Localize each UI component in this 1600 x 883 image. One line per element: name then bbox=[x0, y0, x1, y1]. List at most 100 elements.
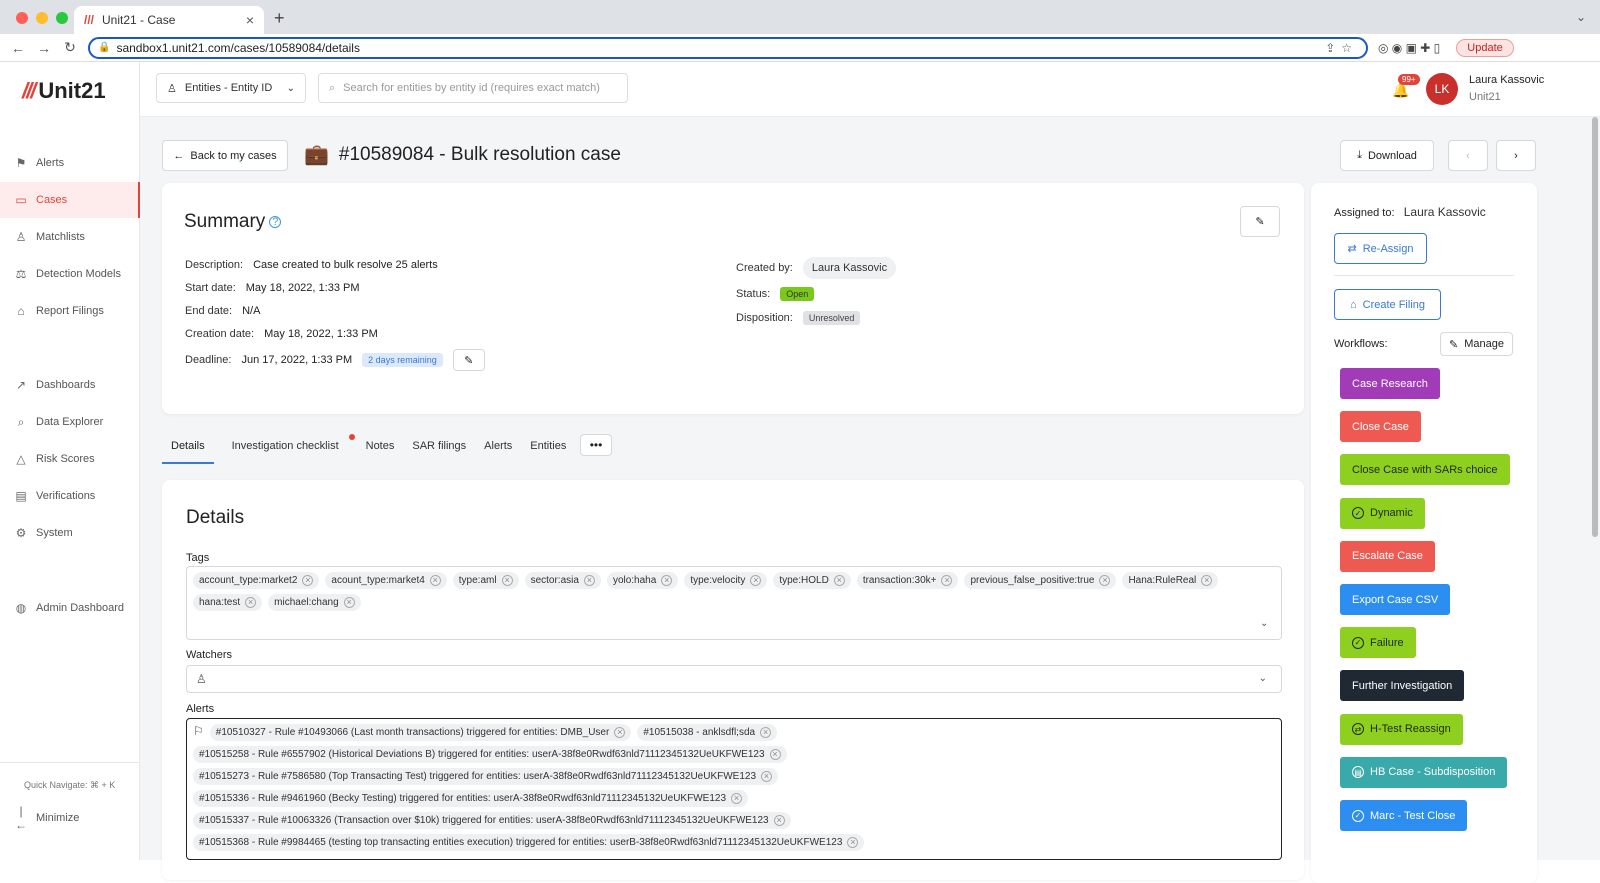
workflow-button[interactable]: ✓Failure bbox=[1340, 627, 1416, 658]
summary-title: Summary? bbox=[184, 211, 281, 233]
avatar[interactable]: LK bbox=[1426, 73, 1458, 105]
extensions-icon[interactable]: ◎ ◉ ▣ ✚ ▯ bbox=[1378, 41, 1440, 55]
entity-search-input[interactable]: ⌕Search for entities by entity id (requi… bbox=[318, 73, 628, 103]
forward-arrow-icon[interactable]: → bbox=[36, 40, 52, 56]
sidebar-item-matchlists[interactable]: ♙Matchlists bbox=[0, 219, 140, 255]
remove-chip-icon[interactable]: × bbox=[774, 815, 785, 826]
close-tab-icon[interactable]: × bbox=[246, 12, 254, 28]
browser-toolbar: ← → ↻ 🔒sandbox1.unit21.com/cases/1058908… bbox=[0, 34, 1600, 62]
minimize-button[interactable]: |←Minimize bbox=[0, 800, 140, 836]
create-filing-button[interactable]: ⌂Create Filing bbox=[1334, 289, 1441, 320]
workflow-button[interactable]: Escalate Case bbox=[1340, 541, 1435, 572]
sidebar-item-report-filings[interactable]: ⌂Report Filings bbox=[0, 293, 140, 329]
workflow-button[interactable]: ✓Dynamic bbox=[1340, 498, 1425, 529]
workflow-label: H-Test Reassign bbox=[1370, 723, 1451, 735]
update-button[interactable]: Update bbox=[1456, 39, 1513, 57]
workflow-button[interactable]: Close Case with SARs choice bbox=[1340, 454, 1510, 485]
top-bar: ♙Entities - Entity ID⌄ ⌕Search for entit… bbox=[140, 62, 1600, 117]
remove-chip-icon[interactable]: × bbox=[941, 575, 952, 586]
remove-chip-icon[interactable]: × bbox=[760, 727, 771, 738]
sidebar-item-data-explorer[interactable]: ⌕Data Explorer bbox=[0, 404, 140, 440]
unit21-logo[interactable]: ///Unit21 bbox=[22, 78, 106, 104]
tab-sar-filings[interactable]: SAR filings bbox=[403, 434, 475, 464]
help-icon[interactable]: ? bbox=[269, 216, 281, 228]
entity-select[interactable]: ♙Entities - Entity ID⌄ bbox=[156, 73, 306, 103]
more-tabs-button[interactable]: ••• bbox=[580, 434, 612, 456]
workflow-label: Marc - Test Close bbox=[1370, 810, 1455, 822]
previous-case-button[interactable]: ‹ bbox=[1448, 140, 1488, 171]
window-controls[interactable] bbox=[16, 12, 68, 24]
tab-investigation-checklist[interactable]: Investigation checklist bbox=[214, 434, 357, 464]
user-icon: ♙ bbox=[167, 82, 177, 95]
disposition-field: Disposition:Unresolved bbox=[736, 311, 860, 325]
warning-icon: △ bbox=[14, 452, 28, 466]
chevron-right-icon: › bbox=[1514, 150, 1518, 162]
tab-entities[interactable]: Entities bbox=[521, 434, 575, 464]
sidebar-item-verifications[interactable]: ▤Verifications bbox=[0, 478, 140, 514]
manage-workflows-button[interactable]: ✎Manage bbox=[1440, 332, 1513, 356]
sidebar-item-alerts[interactable]: ⚑Alerts bbox=[0, 145, 140, 181]
remove-chip-icon[interactable]: × bbox=[1201, 575, 1212, 586]
table-search-icon: ⌕ bbox=[14, 415, 28, 430]
remaining-badge: 2 days remaining bbox=[362, 353, 443, 367]
edit-deadline-button[interactable]: ✎ bbox=[453, 349, 485, 371]
alert-chip: #10515368 - Rule #9984465 (testing top t… bbox=[193, 834, 864, 851]
reload-icon[interactable]: ↻ bbox=[62, 39, 78, 56]
workflow-button[interactable]: Export Case CSV bbox=[1340, 584, 1450, 615]
reassign-button[interactable]: ⇄Re-Assign bbox=[1334, 233, 1427, 264]
workflow-button[interactable]: ⇄H-Test Reassign bbox=[1340, 714, 1463, 745]
sidebar-item-risk-scores[interactable]: △Risk Scores bbox=[0, 441, 140, 477]
alerts-input[interactable]: ⚐#10510327 - Rule #10493066 (Last month … bbox=[186, 718, 1282, 860]
tab-list-chevron-icon[interactable]: ⌄ bbox=[1576, 10, 1586, 24]
id-card-icon: ▤ bbox=[14, 489, 28, 503]
sidebar-item-dashboards[interactable]: ↗Dashboards bbox=[0, 367, 140, 403]
workflow-button[interactable]: ✓Marc - Test Close bbox=[1340, 800, 1467, 831]
back-arrow-icon[interactable]: ← bbox=[10, 40, 26, 56]
next-case-button[interactable]: › bbox=[1496, 140, 1536, 171]
remove-chip-icon[interactable]: × bbox=[750, 575, 761, 586]
remove-chip-icon[interactable]: × bbox=[245, 597, 256, 608]
tab-alerts[interactable]: Alerts bbox=[475, 434, 521, 464]
remove-chip-icon[interactable]: × bbox=[770, 749, 781, 760]
workflow-label: Dynamic bbox=[1370, 507, 1413, 519]
workflow-button[interactable]: Close Case bbox=[1340, 411, 1421, 442]
watchers-chevron-down-icon[interactable]: ⌄ bbox=[1259, 673, 1267, 684]
back-to-cases-button[interactable]: ←Back to my cases bbox=[162, 140, 288, 171]
new-tab-icon[interactable]: + bbox=[274, 8, 285, 29]
sidebar-item-cases[interactable]: ▭Cases bbox=[0, 182, 140, 218]
remove-chip-icon[interactable]: × bbox=[430, 575, 441, 586]
bookmark-star-icon[interactable]: ⇪☆ bbox=[1325, 41, 1358, 55]
sidebar-item-detection-models[interactable]: ⚖Detection Models bbox=[0, 256, 140, 292]
remove-chip-icon[interactable]: × bbox=[614, 727, 625, 738]
remove-chip-icon[interactable]: × bbox=[344, 597, 355, 608]
remove-chip-icon[interactable]: × bbox=[761, 771, 772, 782]
chevron-down-icon: ⌄ bbox=[287, 83, 295, 94]
remove-chip-icon[interactable]: × bbox=[731, 793, 742, 804]
briefcase-icon: 💼 bbox=[304, 142, 329, 167]
tab-notes[interactable]: Notes bbox=[357, 434, 404, 464]
download-button[interactable]: ⤓Download bbox=[1340, 140, 1434, 171]
briefcase-icon: ▭ bbox=[14, 193, 28, 207]
more-dots-icon: ••• bbox=[590, 438, 603, 452]
remove-chip-icon[interactable]: × bbox=[661, 575, 672, 586]
tags-input[interactable]: account_type:market2×acount_type:market4… bbox=[186, 566, 1282, 640]
workflow-button[interactable]: Case Research bbox=[1340, 368, 1440, 399]
browser-tab[interactable]: ///Unit21 - Case× bbox=[74, 6, 264, 34]
sidebar-item-admin-dashboard[interactable]: ◍Admin Dashboard bbox=[0, 590, 140, 626]
tab-details[interactable]: Details bbox=[162, 434, 214, 464]
edit-summary-button[interactable]: ✎ bbox=[1240, 206, 1280, 237]
watchers-input[interactable]: ♙⌄ bbox=[186, 665, 1282, 693]
remove-chip-icon[interactable]: × bbox=[834, 575, 845, 586]
remove-chip-icon[interactable]: × bbox=[502, 575, 513, 586]
arrow-left-icon: ← bbox=[173, 150, 184, 162]
address-bar[interactable]: 🔒sandbox1.unit21.com/cases/10589084/deta… bbox=[88, 37, 1368, 59]
workflow-button[interactable]: ▤HB Case - Subdisposition bbox=[1340, 757, 1507, 788]
tag-chip: type:HOLD× bbox=[773, 572, 850, 589]
remove-chip-icon[interactable]: × bbox=[584, 575, 595, 586]
remove-chip-icon[interactable]: × bbox=[847, 837, 858, 848]
page-scrollbar[interactable] bbox=[1592, 117, 1598, 537]
remove-chip-icon[interactable]: × bbox=[302, 575, 313, 586]
workflow-button[interactable]: Further Investigation bbox=[1340, 670, 1464, 701]
remove-chip-icon[interactable]: × bbox=[1099, 575, 1110, 586]
sidebar-item-system[interactable]: ⚙System bbox=[0, 515, 140, 551]
